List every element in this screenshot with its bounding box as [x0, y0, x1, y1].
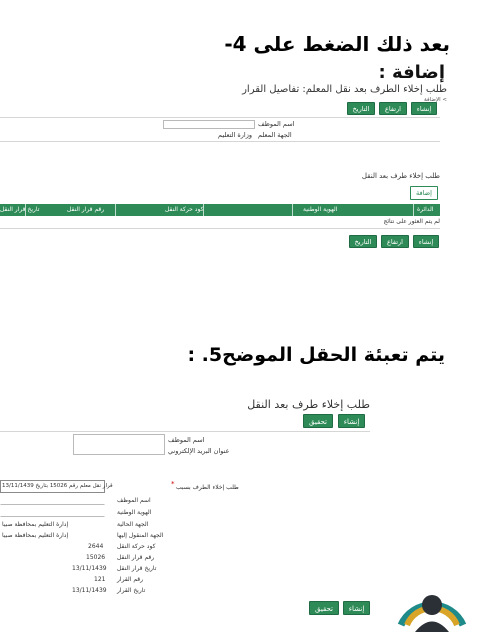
required-asterisk: * — [171, 480, 175, 488]
step4-history-button[interactable]: التاريخ — [347, 102, 375, 115]
detail-value: 15026 — [86, 554, 106, 561]
grid-col-separator — [203, 204, 204, 216]
step5-verify-button[interactable]: تحقيق — [303, 414, 333, 428]
step4-agency-label: الجهة المعلم — [258, 131, 292, 139]
step4-agency-value: وزارة التعليم — [218, 131, 253, 139]
detail-value: إدارة التعليم بمحافظة صبيا — [2, 532, 69, 539]
step4-heading: بعد ذلك الضغط على 4- — [224, 32, 450, 56]
detail-label: كود حركة النقل — [117, 543, 156, 550]
step5-email-label: عنوان البريد الإلكتروني — [168, 447, 230, 455]
step4-bottom-raise-button[interactable]: ارتفاع — [381, 235, 409, 248]
step4-divider-mid — [0, 141, 440, 142]
step5-request-reason-value: قرار نقل معلم رقم 15026 بتاريخ 13/11/143… — [2, 483, 113, 489]
grid-col-transfer-date[interactable]: تاريخ قرار النقل — [0, 204, 39, 216]
step4-employee-name-label: اسم الموظف — [258, 120, 295, 128]
detail-label: رقم قرار النقل — [117, 554, 155, 561]
detail-value: 121 — [94, 576, 106, 583]
step4-divider-top — [0, 117, 440, 118]
grid-col-separator — [292, 204, 293, 216]
step5-bottom-verify-button[interactable]: تحقيق — [309, 601, 339, 615]
step4-add-button[interactable]: إضافة — [410, 186, 438, 200]
step4-results-grid-header: الدائرة الهوية الوطنية كود حركة النقل رق… — [0, 204, 440, 216]
grid-col-separator — [25, 204, 26, 216]
step5-heading: يتم تعبئة الحقل الموضح5. : — [187, 344, 445, 366]
detail-value-box — [0, 508, 105, 517]
detail-label: تاريخ القرار — [117, 587, 146, 594]
step5-create-button[interactable]: إنشاء — [338, 414, 365, 428]
step4-page-title: طلب إخلاء الطرف بعد نقل المعلم: تفاصيل ا… — [239, 84, 447, 95]
step5-divider-top — [0, 431, 370, 432]
detail-value: 13/11/1439 — [72, 587, 107, 594]
grid-col-national-id[interactable]: الهوية الوطنية — [303, 204, 337, 216]
step4-heading-continued: إضافة : — [378, 62, 446, 83]
detail-label: تاريخ قرار النقل — [117, 565, 157, 572]
step5-page-title: طلب إخلاء طرف بعد النقل — [247, 398, 370, 411]
detail-label: رقم القرار — [117, 576, 144, 583]
step4-grid-row-line — [0, 228, 440, 229]
detail-value-box — [0, 496, 105, 505]
detail-value: 13/11/1439 — [72, 565, 107, 572]
step4-raise-button[interactable]: ارتفاع — [379, 102, 407, 115]
step5-bottom-create-button[interactable]: إنشاء — [343, 601, 370, 615]
detail-value: 2644 — [88, 543, 104, 550]
step4-section-title: طلب إخلاء طرف بعد النقل — [361, 172, 440, 180]
detail-label: الجهة المنقول إليها — [117, 532, 164, 539]
step4-bottom-create-button[interactable]: إنشاء — [413, 235, 439, 248]
step4-create-button[interactable]: إنشاء — [411, 102, 437, 115]
step5-employee-name-label: اسم الموظف — [168, 436, 205, 444]
step4-bottom-history-button[interactable]: التاريخ — [349, 235, 377, 248]
grid-col-separator — [115, 204, 116, 216]
step4-employee-name-field[interactable] — [163, 120, 255, 129]
detail-label: اسم الموظف — [117, 497, 151, 504]
grid-col-transfer-number[interactable]: رقم قرار النقل — [67, 204, 104, 216]
detail-label: الهوية الوطنية — [117, 509, 152, 516]
step4-no-results: لم يتم العثور على نتائج — [383, 218, 440, 225]
step5-request-reason-label: طلب إخلاء الطرف بسبب — [176, 484, 239, 491]
detail-label: الجهة الحالية — [117, 521, 149, 528]
grid-col-separator — [413, 204, 414, 216]
grid-col-transfer-code[interactable]: كود حركة النقل — [165, 204, 203, 216]
grid-col-circle[interactable]: الدائرة — [417, 204, 433, 216]
step5-employee-name-field[interactable] — [73, 434, 165, 455]
user-avatar-logo-icon — [397, 595, 467, 632]
detail-value: إدارة التعليم بمحافظة صبيا — [2, 521, 69, 528]
